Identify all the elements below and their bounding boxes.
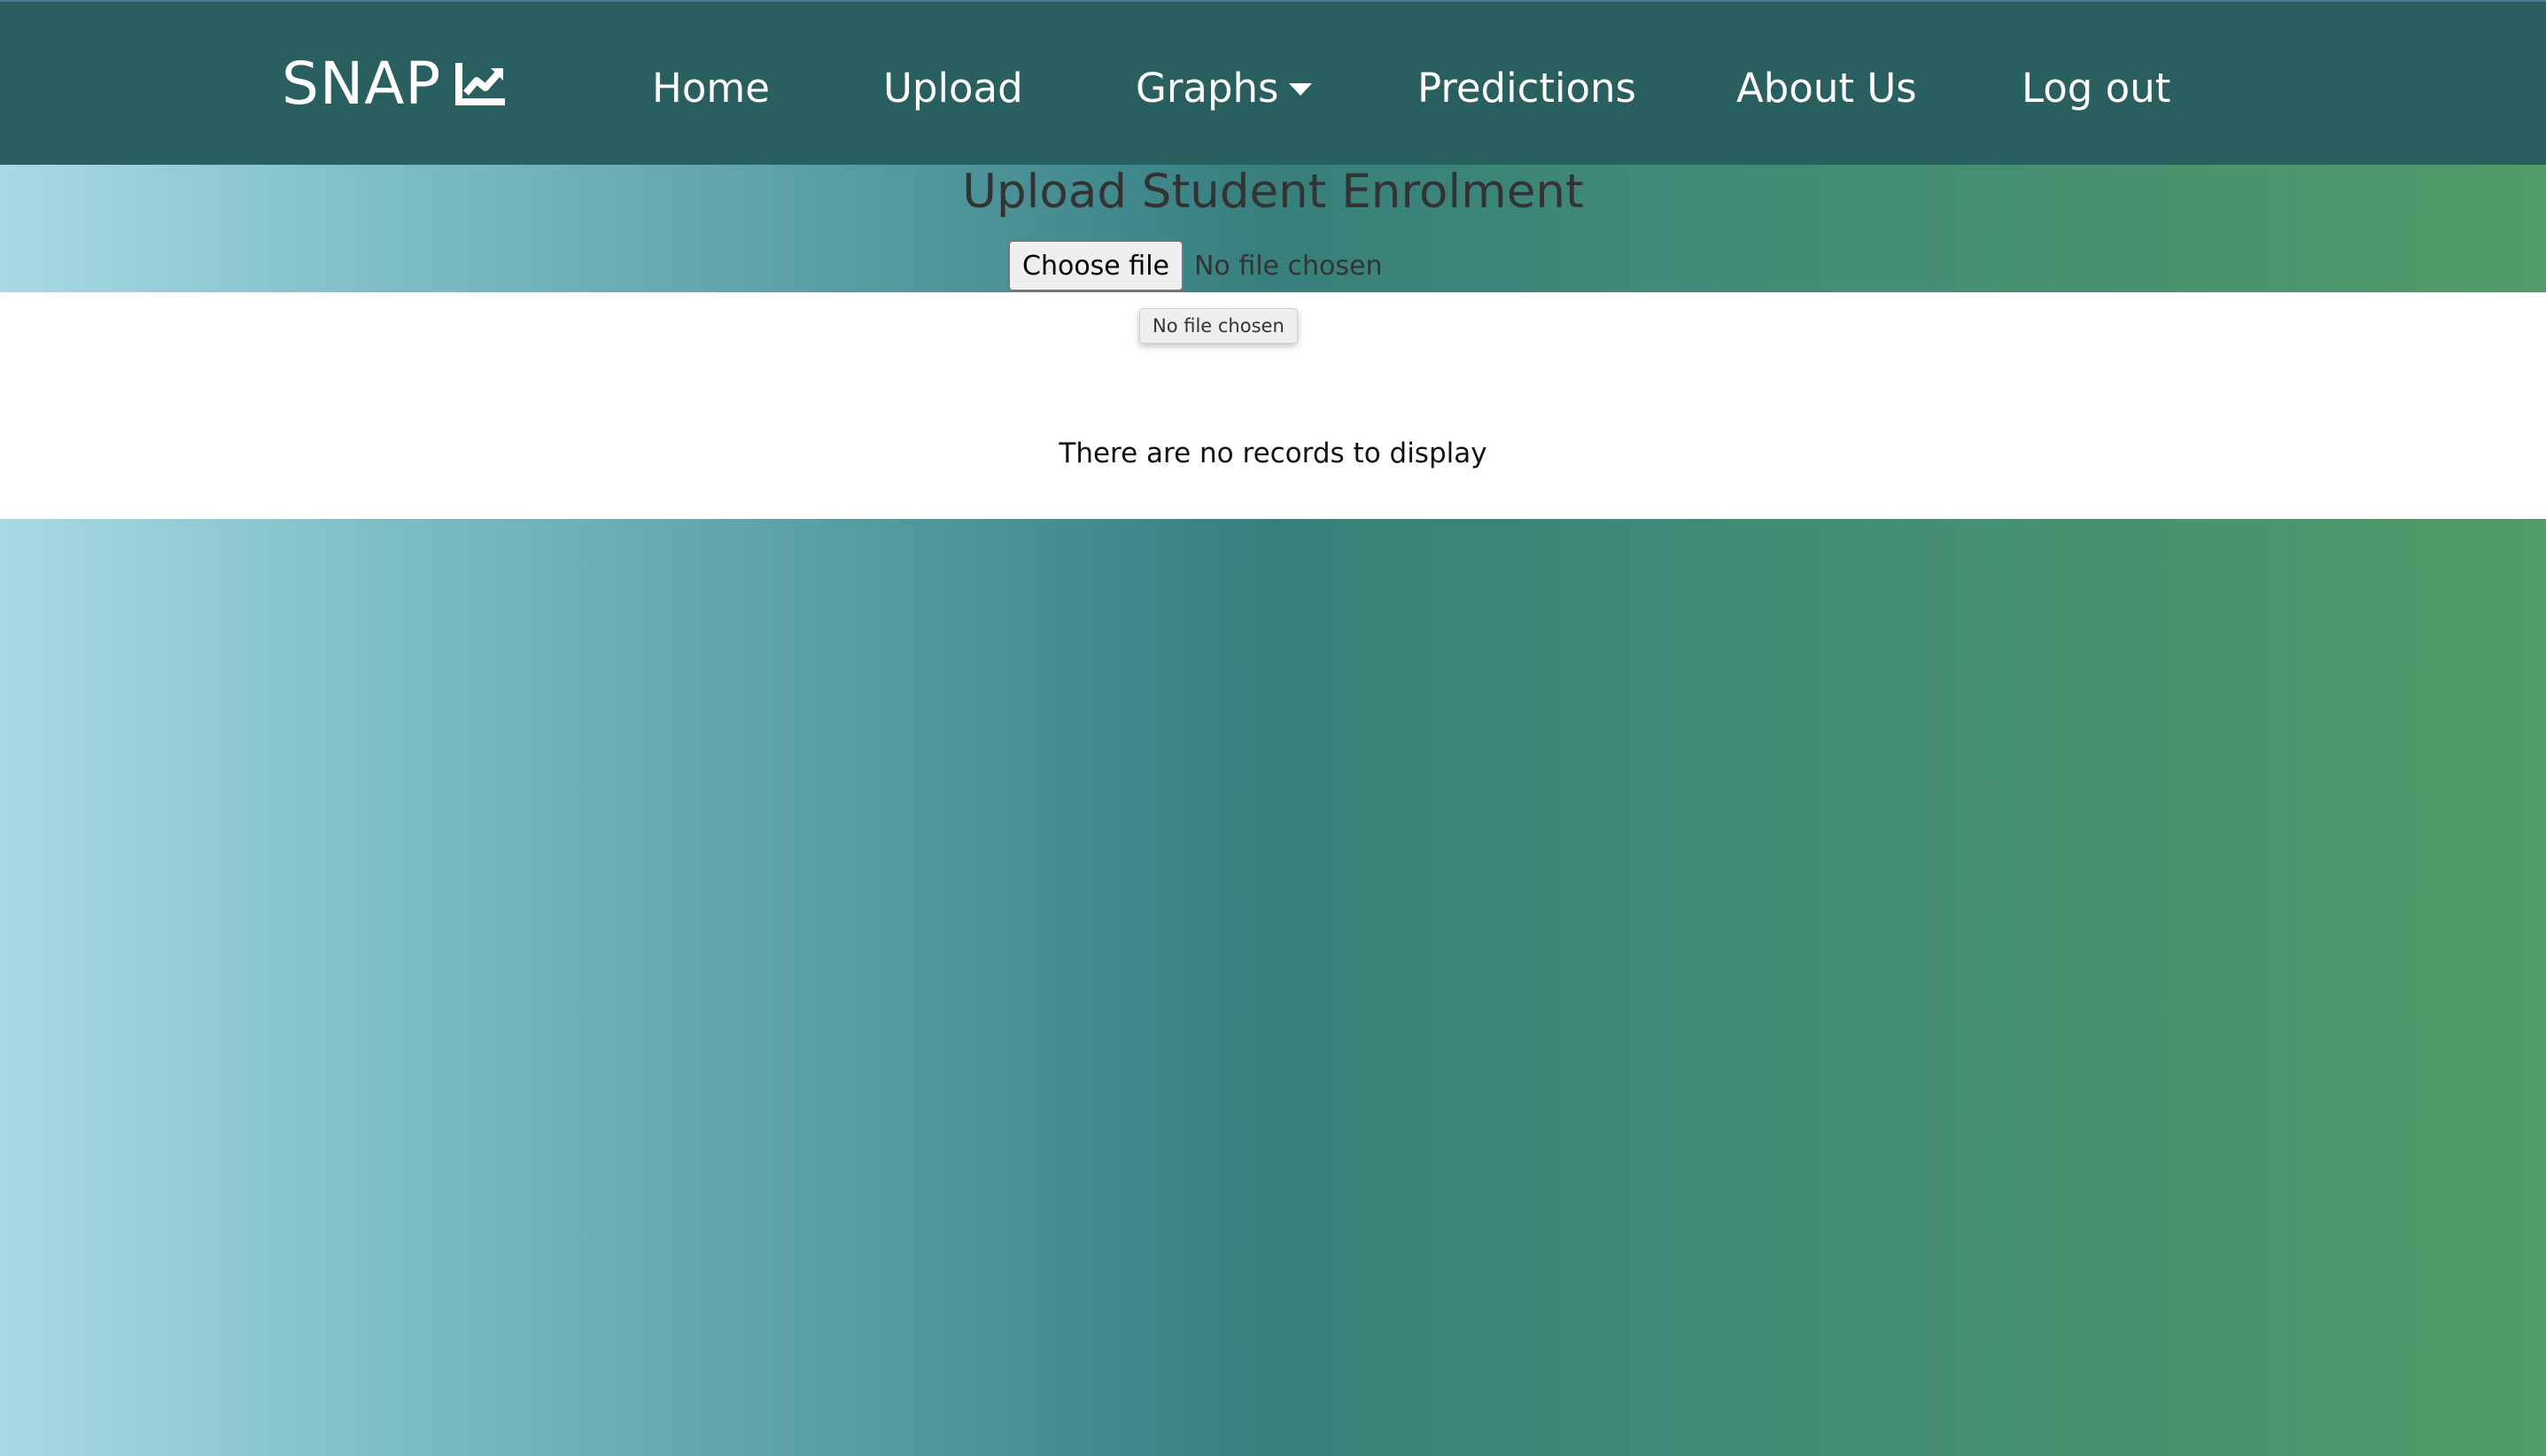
file-upload-input[interactable]: Choose file No file chosen <box>1008 239 1383 292</box>
caret-down-icon <box>1289 83 1313 96</box>
file-status-text: No file chosen <box>1193 250 1383 282</box>
navbar: SNAP Home Upload Graphs Predictions Abou… <box>0 0 2546 165</box>
empty-records-message: There are no records to display <box>1059 438 1487 469</box>
nav-graphs-label: Graphs <box>1136 65 1279 112</box>
nav-home[interactable]: Home <box>652 57 770 120</box>
records-panel: No file chosen There are no records to d… <box>0 292 2546 519</box>
chart-line-icon <box>455 63 506 105</box>
brand-name: SNAP <box>282 49 442 118</box>
choose-file-button[interactable]: Choose file <box>1008 240 1184 291</box>
brand-logo[interactable]: SNAP <box>282 43 507 124</box>
nav-log-out[interactable]: Log out <box>2022 57 2170 120</box>
nav-about-us[interactable]: About Us <box>1736 57 1917 120</box>
nav-graphs-dropdown[interactable]: Graphs <box>1136 57 1313 120</box>
page-title: Upload Student Enrolment <box>962 165 1584 219</box>
nav-upload[interactable]: Upload <box>883 57 1023 120</box>
file-tooltip: No file chosen <box>1139 308 1298 344</box>
nav-predictions[interactable]: Predictions <box>1417 57 1636 120</box>
